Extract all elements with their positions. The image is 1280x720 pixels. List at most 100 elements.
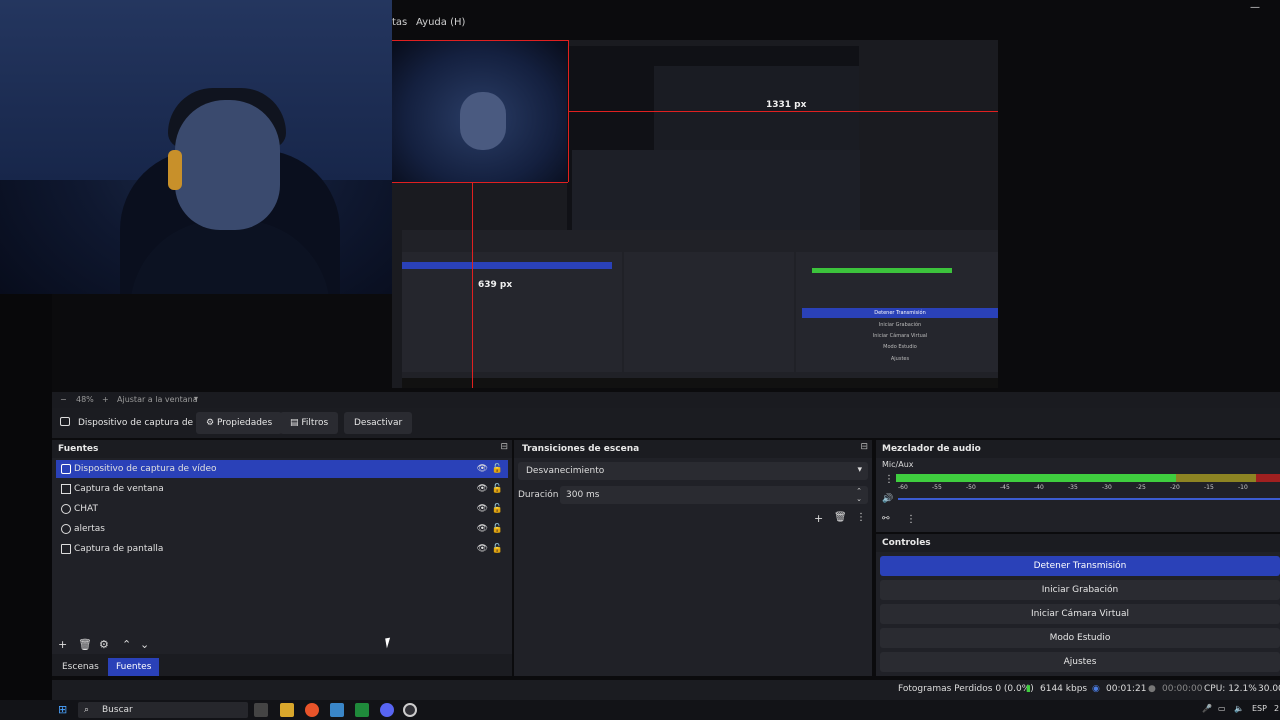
guide-line-vertical: [472, 182, 473, 388]
tick-label: -30: [1102, 484, 1112, 491]
windows-start-icon[interactable]: ⊞: [58, 703, 67, 716]
chevron-down-icon: ▾: [857, 465, 862, 475]
source-item-window-capture[interactable]: Captura de ventana 👁 🔓: [56, 480, 508, 498]
channel-label: Mic/Aux: [882, 460, 914, 469]
meter-ticks: -60 -55 -50 -45 -40 -35 -30 -25 -20 -15 …: [898, 484, 1268, 492]
record-time: 00:00:00: [1162, 684, 1203, 694]
store-icon[interactable]: [330, 703, 344, 717]
add-source-button[interactable]: +: [58, 638, 67, 651]
lock-icon[interactable]: 🔓: [492, 504, 503, 514]
studio-mode-button[interactable]: Modo Estudio: [880, 628, 1280, 648]
globe-icon: [61, 524, 71, 534]
mic-icon[interactable]: 🎤: [1202, 704, 1212, 713]
volume-slider[interactable]: [898, 498, 1280, 500]
menu-item-herramientas[interactable]: tas: [392, 17, 407, 28]
tick-label: -25: [1136, 484, 1146, 491]
excel-icon[interactable]: [355, 703, 369, 717]
volume-icon[interactable]: 🔈: [1234, 704, 1244, 713]
language-indicator[interactable]: ESP: [1252, 704, 1267, 713]
source-item-screen-capture[interactable]: Captura de pantalla 👁 🔓: [56, 540, 508, 558]
source-label: alertas: [74, 524, 105, 534]
menu-item-ayuda[interactable]: Ayuda (H): [416, 17, 465, 28]
globe-icon: [61, 504, 71, 514]
volume-meter: [896, 474, 1280, 482]
chevron-down-icon[interactable]: ▾: [194, 394, 198, 403]
eye-icon[interactable]: 👁: [477, 504, 488, 514]
current-source-label: Dispositivo de captura de v: [78, 418, 202, 428]
network-icon[interactable]: ▭: [1218, 704, 1226, 713]
sources-title: Fuentes: [58, 444, 99, 454]
tick-label: -15: [1204, 484, 1214, 491]
task-view-icon[interactable]: [254, 703, 268, 717]
camera-icon: [61, 464, 71, 474]
dock-tabs: Escenas Fuentes: [52, 656, 512, 676]
lock-icon[interactable]: 🔓: [492, 484, 503, 494]
stream-time: 00:01:21: [1106, 684, 1147, 694]
taskbar-search[interactable]: ⌕ Buscar: [78, 702, 248, 718]
clock[interactable]: 2: [1274, 704, 1279, 713]
source-item-video-capture[interactable]: Dispositivo de captura de vídeo 👁 🔓: [56, 460, 508, 478]
source-toolbar: Dispositivo de captura de v ⚙ Propiedade…: [52, 408, 1280, 438]
filters-button[interactable]: ▤ Filtros: [280, 412, 339, 434]
fit-window-label[interactable]: Ajustar a la ventana: [117, 395, 198, 404]
eye-icon[interactable]: 👁: [477, 544, 488, 554]
add-transition-button[interactable]: +: [814, 512, 823, 525]
move-up-icon[interactable]: ⌃: [122, 638, 131, 651]
eye-icon[interactable]: 👁: [477, 524, 488, 534]
start-recording-button[interactable]: Iniciar Grabación: [880, 580, 1280, 600]
sources-dock: Fuentes ⊟ Dispositivo de captura de víde…: [52, 440, 512, 676]
brave-browser-icon[interactable]: [305, 703, 319, 717]
lock-icon[interactable]: 🔓: [492, 524, 503, 534]
more-options-icon[interactable]: ⋮: [906, 514, 916, 525]
link-icon[interactable]: ⚯: [882, 514, 890, 524]
tab-escenas[interactable]: Escenas: [54, 658, 107, 676]
trash-icon[interactable]: 🗑: [78, 638, 92, 651]
source-label: Captura de ventana: [74, 484, 164, 494]
tab-fuentes[interactable]: Fuentes: [108, 658, 160, 676]
more-options-icon[interactable]: ⋮: [884, 474, 894, 485]
deactivate-button[interactable]: Desactivar: [344, 412, 413, 434]
tick-label: -20: [1170, 484, 1180, 491]
lock-icon[interactable]: 🔓: [492, 544, 503, 554]
camera-icon: [60, 417, 70, 426]
person-head: [175, 100, 280, 230]
zoom-out-button[interactable]: −: [60, 395, 67, 404]
mini-dock-area: Detener Transmisión Iniciar Grabación In…: [402, 230, 998, 380]
zoom-in-button[interactable]: +: [102, 395, 109, 404]
stop-streaming-button[interactable]: Detener Transmisión: [880, 556, 1280, 576]
bitrate: 6144 kbps: [1040, 684, 1088, 694]
source-item-alertas[interactable]: alertas 👁 🔓: [56, 520, 508, 538]
more-options-icon[interactable]: ⋮: [856, 512, 866, 523]
transitions-title: Transiciones de escena: [522, 444, 640, 454]
speaker-icon[interactable]: 🔊: [882, 494, 893, 504]
webcam-overlay: [0, 0, 392, 294]
move-down-icon[interactable]: ⌄: [140, 638, 149, 651]
gear-icon[interactable]: ⚙: [99, 638, 109, 651]
start-virtual-camera-button[interactable]: Iniciar Cámara Virtual: [880, 604, 1280, 624]
file-explorer-icon[interactable]: [280, 703, 294, 717]
transition-value: Desvanecimiento: [526, 466, 605, 476]
eye-icon[interactable]: 👁: [477, 484, 488, 494]
lock-icon[interactable]: 🔓: [492, 464, 503, 474]
minimize-button[interactable]: —: [1250, 2, 1260, 13]
dock-menu-icon[interactable]: ⊟: [860, 442, 868, 452]
properties-button[interactable]: ⚙ Propiedades: [196, 412, 283, 434]
transition-select[interactable]: Desvanecimiento ▾: [518, 462, 868, 480]
settings-button[interactable]: Ajustes: [880, 652, 1280, 672]
preview-canvas[interactable]: Detener Transmisión Iniciar Grabación In…: [392, 40, 998, 388]
sources-list: Dispositivo de captura de vídeo 👁 🔓 Capt…: [52, 458, 512, 654]
source-item-chat[interactable]: CHAT 👁 🔓: [56, 500, 508, 518]
width-label: 1331 px: [766, 100, 807, 110]
eye-icon[interactable]: 👁: [477, 464, 488, 474]
discord-icon[interactable]: [380, 703, 394, 717]
nested-preview-2: [654, 66, 859, 150]
duration-spinbox[interactable]: 300 ms ⌃ ⌄: [560, 486, 868, 504]
nested-preview-3: [572, 150, 860, 240]
spin-arrows-icon[interactable]: ⌃ ⌄: [856, 487, 862, 503]
tick-label: -60: [898, 484, 908, 491]
audio-mixer-title: Mezclador de audio: [882, 444, 981, 454]
trash-icon[interactable]: 🗑: [834, 512, 847, 523]
fps: 30.00: [1258, 684, 1280, 694]
obs-icon[interactable]: [403, 703, 417, 717]
dock-menu-icon[interactable]: ⊟: [500, 442, 508, 452]
